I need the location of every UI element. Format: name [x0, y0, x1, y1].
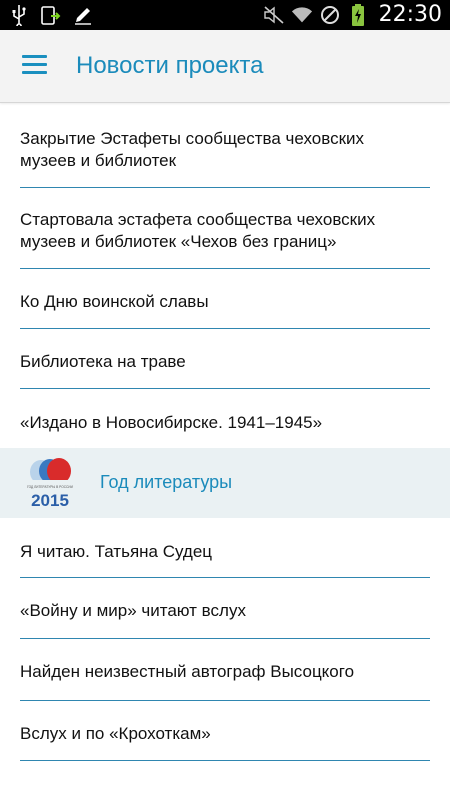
hamburger-menu-icon[interactable]	[22, 54, 48, 76]
news-list: Закрытие Эстафеты сообщества чеховских м…	[0, 103, 450, 761]
news-item-title: Ко Дню воинской славы	[20, 292, 209, 311]
screen-share-icon	[40, 3, 62, 27]
usb-icon	[8, 3, 30, 27]
section-item[interactable]: Найден неизвестный автограф Высоцкого	[20, 639, 430, 701]
status-bar-right: 22:30	[263, 2, 442, 27]
news-item-title: Стартовала эстафета сообщества чеховских…	[20, 210, 376, 251]
news-item[interactable]: «Издано в Новосибирске. 1941–1945»	[20, 389, 430, 448]
status-clock: 22:30	[378, 2, 442, 27]
news-item[interactable]: Ко Дню воинской славы	[20, 269, 430, 329]
wifi-icon	[291, 3, 313, 27]
news-item[interactable]: Стартовала эстафета сообщества чеховских…	[20, 188, 430, 269]
news-item[interactable]: Закрытие Эстафеты сообщества чеховских м…	[20, 103, 430, 188]
section-item[interactable]: Я читаю. Татьяна Судец	[20, 518, 430, 578]
section-item-title: Найден неизвестный автограф Высоцкого	[20, 662, 355, 681]
status-bar-left	[8, 3, 94, 27]
section-item-title: Вслух и по «Крохоткам»	[20, 724, 211, 743]
status-bar: 22:30	[0, 0, 450, 30]
news-item[interactable]: Библиотека на траве	[20, 329, 430, 389]
mute-icon	[263, 3, 285, 27]
news-item-title: «Издано в Новосибирске. 1941–1945»	[20, 413, 323, 432]
news-item-title: Библиотека на траве	[20, 352, 186, 371]
section-item[interactable]: «Войну и мир» читают вслух	[20, 578, 430, 639]
year-of-literature-logo: ГОД ЛИТЕРАТУРЫ В РОССИИ 2015	[26, 454, 74, 512]
app-bar: Новости проекта	[0, 30, 450, 103]
news-item-title: Закрытие Эстафеты сообщества чеховских м…	[20, 129, 365, 170]
pen-icon	[72, 3, 94, 27]
page-title: Новости проекта	[76, 52, 264, 79]
logo-caption: ГОД ЛИТЕРАТУРЫ В РОССИИ	[27, 485, 73, 489]
section-title: Год литературы	[100, 472, 233, 492]
section-item[interactable]: Вслух и по «Крохоткам»	[20, 701, 430, 761]
section-item-title: Я читаю. Татьяна Судец	[20, 542, 213, 561]
logo-year: 2015	[31, 491, 69, 510]
section-item-title: «Войну и мир» читают вслух	[20, 601, 246, 620]
section-header-year-of-literature[interactable]: ГОД ЛИТЕРАТУРЫ В РОССИИ 2015 Год литерат…	[0, 448, 450, 518]
blocked-icon	[319, 3, 341, 27]
battery-charging-icon	[347, 3, 369, 27]
